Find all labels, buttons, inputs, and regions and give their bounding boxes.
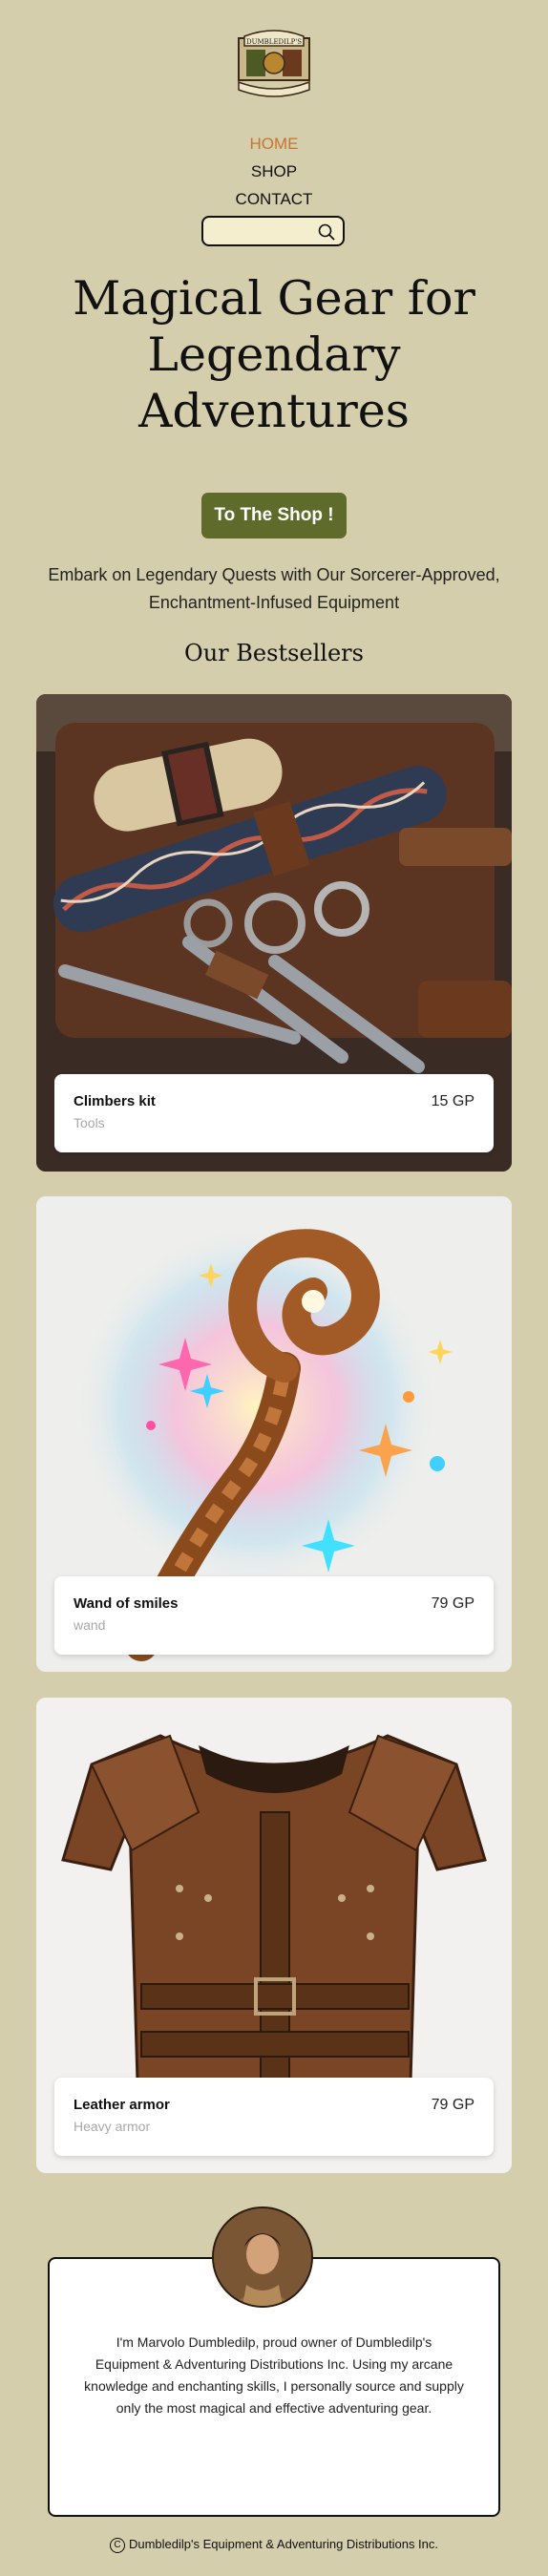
search-icon[interactable] [317, 222, 336, 242]
product-category: Heavy armor [74, 2119, 151, 2134]
nav-item-home: HOME [0, 135, 548, 154]
search-input[interactable] [209, 222, 318, 243]
about-text: I'm Marvolo Dumbledilp, proud owner of D… [84, 2334, 464, 2416]
hero-tagline: Embark on Legendary Quests with Our Sorc… [48, 565, 500, 612]
product-price: 79 GP [431, 2097, 474, 2113]
nav-item-shop: SHOP [0, 162, 548, 181]
search-bar [201, 216, 345, 246]
product-card[interactable]: Leather armor Heavy armor 79 GP [36, 1698, 512, 2173]
brand-logo[interactable]: DUMBLEDILP'S [229, 29, 319, 103]
nav-link-home[interactable]: HOME [250, 135, 299, 153]
nav-link-contact[interactable]: CONTACT [236, 190, 313, 208]
nav-link-shop[interactable]: SHOP [251, 162, 297, 180]
product-name: Leather armor [74, 2097, 170, 2113]
product-category: wand [74, 1617, 106, 1633]
product-name: Climbers kit [74, 1093, 156, 1109]
svg-text:DUMBLEDILP'S: DUMBLEDILP'S [246, 38, 302, 46]
footer-text: Dumbledilp's Equipment & Adventuring Dis… [128, 2537, 439, 2551]
product-info-panel: Climbers kit Tools 15 GP [54, 1074, 494, 1152]
product-info-panel: Wand of smiles wand 79 GP [54, 1576, 494, 1655]
product-name: Wand of smiles [74, 1595, 179, 1612]
hero-title: Magical Gear for Legendary Adventures [73, 271, 475, 438]
bestsellers-title: Our Bestsellers [184, 640, 364, 666]
shop-cta-button[interactable]: To The Shop ! [201, 493, 347, 538]
product-info-panel: Leather armor Heavy armor 79 GP [54, 2078, 494, 2156]
product-price: 15 GP [431, 1093, 474, 1109]
copyright-icon: C [109, 2537, 125, 2553]
owner-avatar [212, 2206, 313, 2308]
product-price: 79 GP [431, 1595, 474, 1612]
product-category: Tools [74, 1115, 105, 1130]
footer: C Dumbledilp's Equipment & Adventuring Di… [0, 2537, 548, 2553]
product-card[interactable]: Wand of smiles wand 79 GP [36, 1196, 512, 1672]
nav-item-contact: CONTACT [0, 190, 548, 209]
product-card[interactable]: Climbers kit Tools 15 GP [36, 694, 512, 1172]
